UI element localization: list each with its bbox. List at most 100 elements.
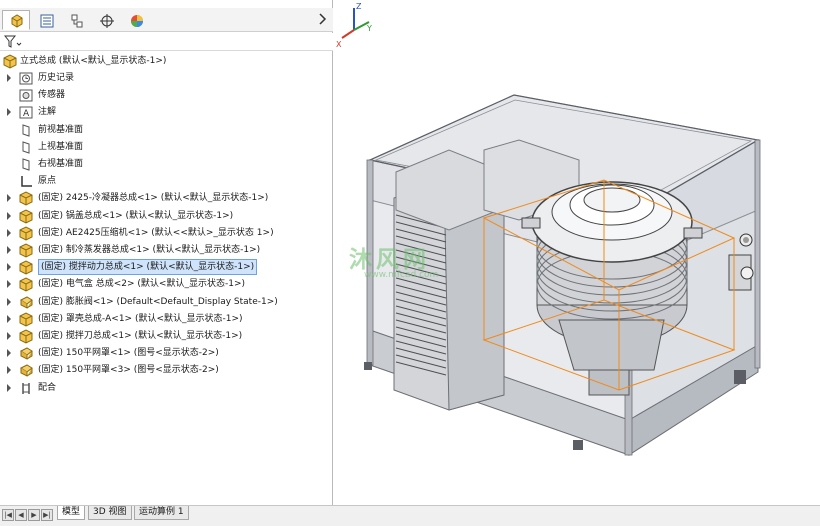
assembly-icon — [3, 54, 17, 69]
tree-item-label: 右视基准面 — [38, 159, 84, 169]
expand-arrow-icon[interactable] — [5, 279, 13, 289]
tree-item-label: (固定) 膨胀阀<1> (Default<Default_Display Sta… — [38, 296, 278, 307]
tree-item-label: (固定) 150平网罩<1> (图号<显示状态-2>) — [38, 348, 219, 359]
dimxpert-tab[interactable] — [92, 10, 120, 30]
tree-item-label: (固定) 搅拌刀总成<1> (默认<默认_显示状态-1>) — [38, 331, 243, 341]
expand-arrow-icon[interactable] — [5, 228, 13, 238]
origin-icon — [21, 176, 32, 187]
panel-tab-bar — [0, 8, 333, 32]
part-icon — [20, 364, 33, 378]
display-manager-tab[interactable] — [122, 10, 150, 30]
tree-item[interactable]: 传感器 — [0, 87, 333, 104]
tree-item-label: (固定) 锅盖总成<1> (默认<默认_显示状态-1>) — [38, 210, 234, 221]
tree-item-label: 上视基准面 — [38, 141, 84, 152]
tree-item-label: 前视基准面 — [38, 124, 84, 135]
subassembly-icon — [19, 260, 33, 275]
reference-triad: Z Y X — [336, 2, 372, 48]
part-icon — [20, 296, 33, 309]
solidworks-window: 立式总成 (默认<默认_显示状态-1>) 历史记录传感器 A 注解前视基准面上视基准… — [0, 0, 820, 526]
tree-item[interactable]: (固定) 膨胀阀<1> (Default<Default_Display Sta… — [0, 294, 333, 311]
expand-arrow-icon[interactable] — [5, 245, 13, 255]
tree-item[interactable]: 原点 — [0, 173, 333, 190]
last-tab-icon[interactable]: ▶| — [41, 509, 53, 521]
tree-item[interactable]: 配合 — [0, 380, 333, 397]
filter-icon[interactable] — [4, 35, 22, 49]
expand-arrow-icon[interactable] — [5, 211, 13, 221]
watermark-url: www.mfcad.com — [364, 270, 439, 280]
tree-item[interactable]: A 注解 — [0, 104, 333, 121]
expand-arrow-icon[interactable] — [5, 193, 13, 203]
svg-text:A: A — [23, 109, 30, 119]
tree-item[interactable]: 上视基准面 — [0, 139, 333, 156]
subassembly-icon — [19, 226, 33, 241]
triad-y-label: Y — [366, 24, 372, 33]
tree-item[interactable]: (固定) 搅拌刀总成<1> (默认<默认_显示状态-1>) — [0, 328, 333, 345]
subassembly-icon — [19, 312, 33, 327]
feature-manager-panel: 立式总成 (默认<默认_显示状态-1>) 历史记录传感器 A 注解前视基准面上视基准… — [0, 0, 333, 505]
chevron-right-icon[interactable] — [317, 11, 329, 27]
tree-item-label: (固定) 罩壳总成-A<1> (默认<默认_显示状态-1>) — [38, 313, 243, 324]
tree-root[interactable]: 立式总成 (默认<默认_显示状态-1>) — [0, 53, 333, 70]
tree-item-label: 历史记录 — [38, 73, 75, 83]
configuration-icon — [71, 14, 83, 28]
tree-item-label: 传感器 — [38, 90, 66, 101]
expand-arrow-icon[interactable] — [5, 331, 13, 341]
feature-manager-tab[interactable] — [2, 10, 30, 30]
next-tab-icon[interactable]: ▶ — [28, 509, 40, 521]
tree-item[interactable]: (固定) AE2425压缩机<1> (默认<<默认>_显示状态 1>) — [0, 225, 333, 242]
tab-3d-view[interactable]: 3D 视图 — [88, 506, 132, 520]
bottom-tab-bar: |◀ ◀ ▶ ▶| 模型 3D 视图 运动算例 1 — [0, 505, 820, 526]
triad-z-label: Z — [356, 2, 362, 11]
expand-arrow-icon[interactable] — [5, 383, 13, 393]
subassembly-icon — [19, 209, 33, 224]
tree-item[interactable]: (固定) 制冷蒸发器总成<1> (默认<默认_显示状态-1>) — [0, 242, 333, 259]
subassembly-icon — [19, 329, 33, 344]
tree-item[interactable]: (固定) 2425-冷凝器总成<1> (默认<默认_显示状态-1>) — [0, 190, 333, 207]
expand-arrow-icon[interactable] — [5, 107, 13, 117]
subassembly-icon — [19, 191, 33, 206]
tree-item[interactable]: (固定) 电气盒 总成<2> (默认<默认_显示状态-1>) — [0, 276, 333, 293]
subassembly-icon — [19, 277, 33, 292]
prev-tab-icon[interactable]: ◀ — [15, 509, 27, 521]
watermark: 沐风网 — [349, 247, 430, 273]
tree-item-label: (固定) 电气盒 总成<2> (默认<默认_显示状态-1>) — [38, 279, 245, 290]
tree-filter-bar[interactable] — [0, 33, 333, 51]
expand-arrow-icon[interactable] — [5, 314, 13, 324]
configuration-manager-tab[interactable] — [62, 10, 90, 30]
tree-item[interactable]: (固定) 锅盖总成<1> (默认<默认_显示状态-1>) — [0, 208, 333, 225]
expand-arrow-icon[interactable] — [5, 348, 13, 358]
tree-item-label: 配合 — [38, 382, 57, 393]
subassembly-icon — [19, 243, 33, 258]
expand-arrow-icon[interactable] — [5, 73, 13, 83]
tab-motion-study[interactable]: 运动算例 1 — [134, 506, 189, 520]
tab-navigation: |◀ ◀ ▶ ▶| — [2, 509, 54, 522]
tree-item-label: (固定) 150平网罩<3> (图号<显示状态-2>) — [38, 365, 219, 376]
sensor-icon — [19, 89, 33, 102]
property-manager-tab[interactable] — [32, 10, 60, 30]
crosshair-icon — [100, 14, 114, 28]
plane-icon — [22, 123, 30, 137]
feature-tree: 立式总成 (默认<默认_显示状态-1>) 历史记录传感器 A 注解前视基准面上视基准… — [0, 52, 333, 398]
graphics-area[interactable]: 沐风网 www.mfcad.com Z Y X — [334, 0, 820, 505]
tree-item[interactable]: (固定) 150平网罩<1> (图号<显示状态-2>) — [0, 345, 333, 362]
tree-item[interactable]: 前视基准面 — [0, 122, 333, 139]
tree-item[interactable]: (固定) 150平网罩<3> (图号<显示状态-2>) — [0, 362, 333, 379]
tab-model[interactable]: 模型 — [57, 506, 86, 520]
expand-arrow-icon[interactable] — [5, 262, 13, 272]
first-tab-icon[interactable]: |◀ — [2, 509, 14, 521]
tree-item[interactable]: 右视基准面 — [0, 156, 333, 173]
plane-icon — [22, 158, 30, 171]
tree-item-label: (固定) 搅拌动力总成<1> (默认<默认_显示状态-1>) — [38, 259, 258, 276]
triad-x-label: X — [336, 40, 342, 48]
expand-arrow-icon[interactable] — [5, 365, 13, 375]
tree-item-label: 注解 — [38, 107, 57, 118]
annotation-icon: A — [19, 106, 33, 119]
history-icon — [19, 72, 33, 85]
tree-item[interactable]: 历史记录 — [0, 70, 333, 87]
property-icon — [40, 14, 54, 28]
tree-root-label: 立式总成 (默认<默认_显示状态-1>) — [20, 56, 167, 66]
tree-item[interactable]: (固定) 搅拌动力总成<1> (默认<默认_显示状态-1>) — [0, 259, 333, 276]
tree-item[interactable]: (固定) 罩壳总成-A<1> (默认<默认_显示状态-1>) — [0, 311, 333, 328]
plane-icon — [22, 141, 30, 154]
expand-arrow-icon[interactable] — [5, 297, 13, 307]
